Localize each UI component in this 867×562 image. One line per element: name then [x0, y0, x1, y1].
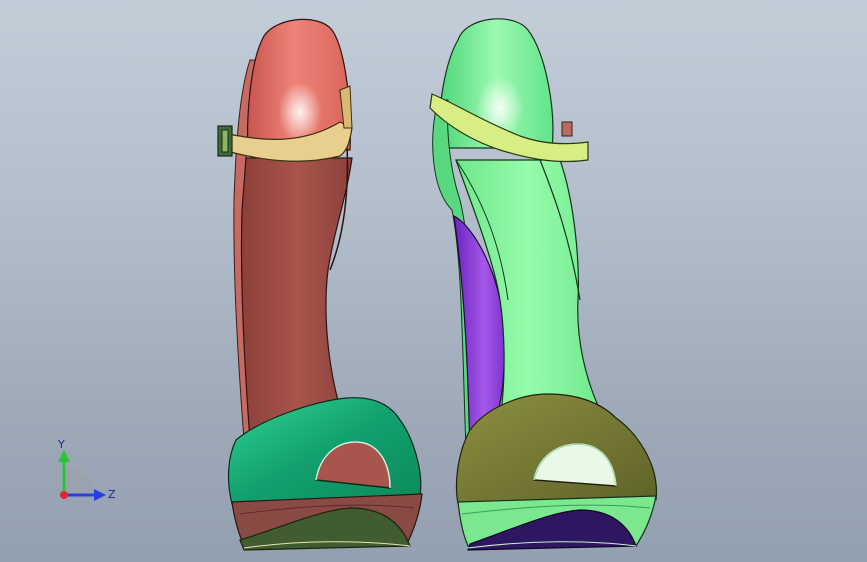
view-orientation-triad: Y Z	[57, 438, 116, 501]
left-shoe[interactable]	[217, 18, 423, 551]
graphics-viewport[interactable]: Y Z	[0, 0, 867, 562]
triad-y-label: Y	[57, 438, 65, 451]
right-shoe-buckle	[561, 121, 573, 137]
triad-x-axis	[60, 491, 68, 499]
left-shoe-buckle-frame	[221, 129, 229, 153]
right-shoe[interactable]	[429, 18, 658, 551]
model-scene[interactable]	[0, 0, 867, 562]
triad-z-arrow	[94, 489, 106, 501]
triad-xy-plane	[66, 468, 94, 493]
triad-z-label: Z	[108, 488, 116, 501]
triad-y-arrow	[58, 450, 70, 462]
left-shoe-shank	[240, 157, 353, 441]
